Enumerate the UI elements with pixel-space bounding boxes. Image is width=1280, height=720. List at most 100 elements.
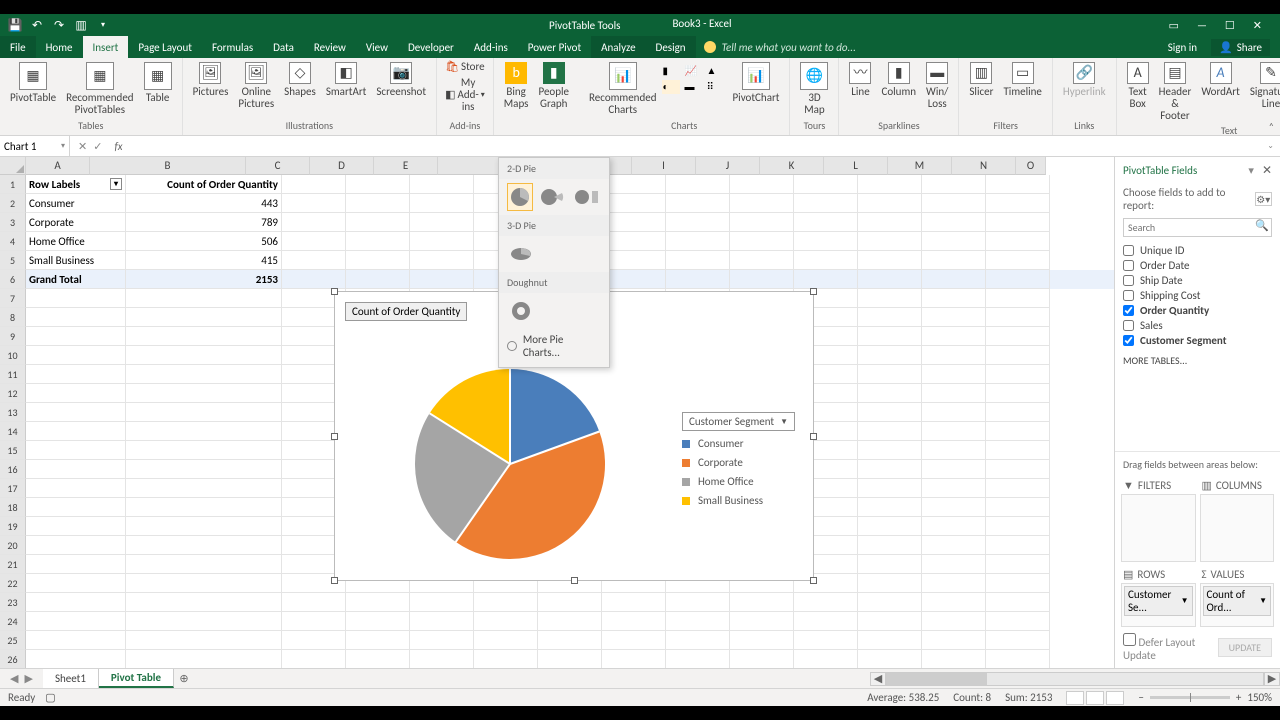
sparkline-line-button[interactable]: 〰Line <box>845 60 875 100</box>
textbox-button[interactable]: AText Box <box>1123 60 1153 112</box>
row-header[interactable]: 9 <box>0 327 26 346</box>
field-checkbox[interactable] <box>1123 245 1134 256</box>
sparkline-winloss-button[interactable]: ▬Win/ Loss <box>922 60 952 112</box>
expand-formula-icon[interactable]: ⌄ <box>1261 141 1280 151</box>
row-header[interactable]: 1 <box>0 175 26 194</box>
tab-page-layout[interactable]: Page Layout <box>128 36 202 58</box>
pie-chart-icon[interactable]: ◐ <box>662 80 680 94</box>
undo-icon[interactable]: ↶ <box>30 18 44 32</box>
row-header[interactable]: 12 <box>0 384 26 403</box>
row-field-chip[interactable]: Customer Se...▼ <box>1124 586 1193 616</box>
doughnut-option[interactable] <box>507 297 535 325</box>
row-header[interactable]: 8 <box>0 308 26 327</box>
header-footer-button[interactable]: ▤Header & Footer <box>1155 60 1196 124</box>
tab-home[interactable]: Home <box>36 36 83 58</box>
tab-nav-next-icon[interactable]: ▶ <box>24 672 32 685</box>
tab-nav-prev-icon[interactable]: ◀ <box>10 672 18 685</box>
horizontal-scrollbar[interactable]: ◀▶ <box>870 672 1280 686</box>
pie-exploded-option[interactable] <box>539 183 567 211</box>
view-normal-icon[interactable] <box>1066 691 1084 705</box>
pivot-row-label[interactable]: Consumer <box>26 194 126 213</box>
row-header[interactable]: 11 <box>0 365 26 384</box>
share-button[interactable]: 👤Share <box>1211 39 1270 56</box>
row-header[interactable]: 6 <box>0 270 26 289</box>
save-icon[interactable]: 💾 <box>8 18 22 32</box>
row-header[interactable]: 14 <box>0 422 26 441</box>
pivot-row-labels-header[interactable]: Row Labels▾ <box>26 175 126 194</box>
pivot-row-label[interactable]: Small Business <box>26 251 126 270</box>
row-header[interactable]: 18 <box>0 498 26 517</box>
col-header[interactable]: C <box>246 157 310 175</box>
pie-chart[interactable] <box>410 364 610 564</box>
field-checkbox[interactable] <box>1123 290 1134 301</box>
legend-filter-button[interactable]: Customer Segment▼ <box>682 412 795 431</box>
row-header[interactable]: 13 <box>0 403 26 422</box>
row-header[interactable]: 10 <box>0 346 26 365</box>
sparkline-column-button[interactable]: ▮Column <box>877 60 920 100</box>
field-item[interactable]: Shipping Cost <box>1123 288 1272 303</box>
add-sheet-button[interactable]: ⊕ <box>174 672 194 685</box>
legend-item[interactable]: Small Business <box>682 494 795 507</box>
field-search[interactable]: 🔍 <box>1123 218 1272 237</box>
row-header[interactable]: 17 <box>0 479 26 498</box>
col-header[interactable]: E <box>374 157 438 175</box>
my-addins-button[interactable]: ◧My Add-ins▾ <box>443 76 487 114</box>
row-header[interactable]: 22 <box>0 574 26 593</box>
field-item[interactable]: Order Date <box>1123 258 1272 273</box>
tab-insert[interactable]: Insert <box>83 36 129 58</box>
qat-more-icon[interactable]: ▾ <box>96 18 110 32</box>
col-header[interactable]: A <box>26 157 90 175</box>
values-area[interactable]: Count of Ord...▼ <box>1200 583 1275 627</box>
tab-add-ins[interactable]: Add-ins <box>464 36 518 58</box>
store-button[interactable]: 🛍Store <box>443 60 487 74</box>
chart-legend[interactable]: Customer Segment▼ ConsumerCorporateHome … <box>682 412 795 513</box>
pivot-value[interactable]: 789 <box>126 213 282 232</box>
pivot-value[interactable]: 506 <box>126 232 282 251</box>
grand-total-value[interactable]: 2153 <box>126 270 282 289</box>
grand-total-label[interactable]: Grand Total <box>26 270 126 289</box>
minimize-icon[interactable]: — <box>1197 19 1207 32</box>
recommended-charts-button[interactable]: 📊Recommended Charts <box>585 60 660 118</box>
sheet-tab-active[interactable]: Pivot Table <box>99 669 174 688</box>
zoom-slider[interactable] <box>1150 696 1230 699</box>
3d-map-button[interactable]: 🌐3D Map <box>796 60 832 118</box>
zoom-out-icon[interactable]: − <box>1138 691 1143 704</box>
wordart-button[interactable]: AWordArt <box>1197 60 1243 100</box>
row-header[interactable]: 5 <box>0 251 26 270</box>
field-checkbox[interactable] <box>1123 260 1134 271</box>
col-header[interactable]: B <box>90 157 246 175</box>
update-button[interactable]: UPDATE <box>1218 638 1272 657</box>
field-checkbox[interactable] <box>1123 305 1134 316</box>
people-graph-button[interactable]: ▮People Graph <box>534 60 573 112</box>
table-button[interactable]: ▦Table <box>140 60 176 106</box>
timeline-button[interactable]: ▭Timeline <box>999 60 1045 100</box>
pivot-value[interactable]: 415 <box>126 251 282 270</box>
tab-design[interactable]: Design <box>646 36 696 58</box>
tab-view[interactable]: View <box>356 36 398 58</box>
pivotchart-button[interactable]: 📊PivotChart <box>728 60 783 106</box>
row-header[interactable]: 3 <box>0 213 26 232</box>
hyperlink-button[interactable]: 🔗Hyperlink <box>1059 60 1110 100</box>
line-chart-icon[interactable]: 📈 <box>684 64 702 78</box>
row-header[interactable]: 7 <box>0 289 26 308</box>
field-checkbox[interactable] <box>1123 335 1134 346</box>
field-checkbox[interactable] <box>1123 320 1134 331</box>
row-header[interactable]: 4 <box>0 232 26 251</box>
field-item[interactable]: Customer Segment <box>1123 333 1272 348</box>
cancel-formula-icon[interactable]: ✕ <box>78 140 87 153</box>
legend-item[interactable]: Corporate <box>682 456 795 469</box>
chart-field-button[interactable]: Count of Order Quantity <box>345 302 467 321</box>
more-pie-charts-link[interactable]: More Pie Charts... <box>499 329 609 363</box>
filter-dropdown-icon[interactable]: ▾ <box>110 178 122 190</box>
pie-2d-option[interactable] <box>507 183 533 211</box>
field-item[interactable]: Ship Date <box>1123 273 1272 288</box>
zoom-level[interactable]: 150% <box>1247 691 1272 704</box>
macro-record-icon[interactable]: ▢ <box>45 691 55 704</box>
tab-analyze[interactable]: Analyze <box>591 36 645 58</box>
row-header[interactable]: 16 <box>0 460 26 479</box>
tab-file[interactable]: File <box>0 36 36 58</box>
col-header[interactable]: D <box>310 157 374 175</box>
tab-developer[interactable]: Developer <box>398 36 464 58</box>
online-pictures-button[interactable]: 🖼Online Pictures <box>234 60 278 112</box>
row-header[interactable]: 21 <box>0 555 26 574</box>
